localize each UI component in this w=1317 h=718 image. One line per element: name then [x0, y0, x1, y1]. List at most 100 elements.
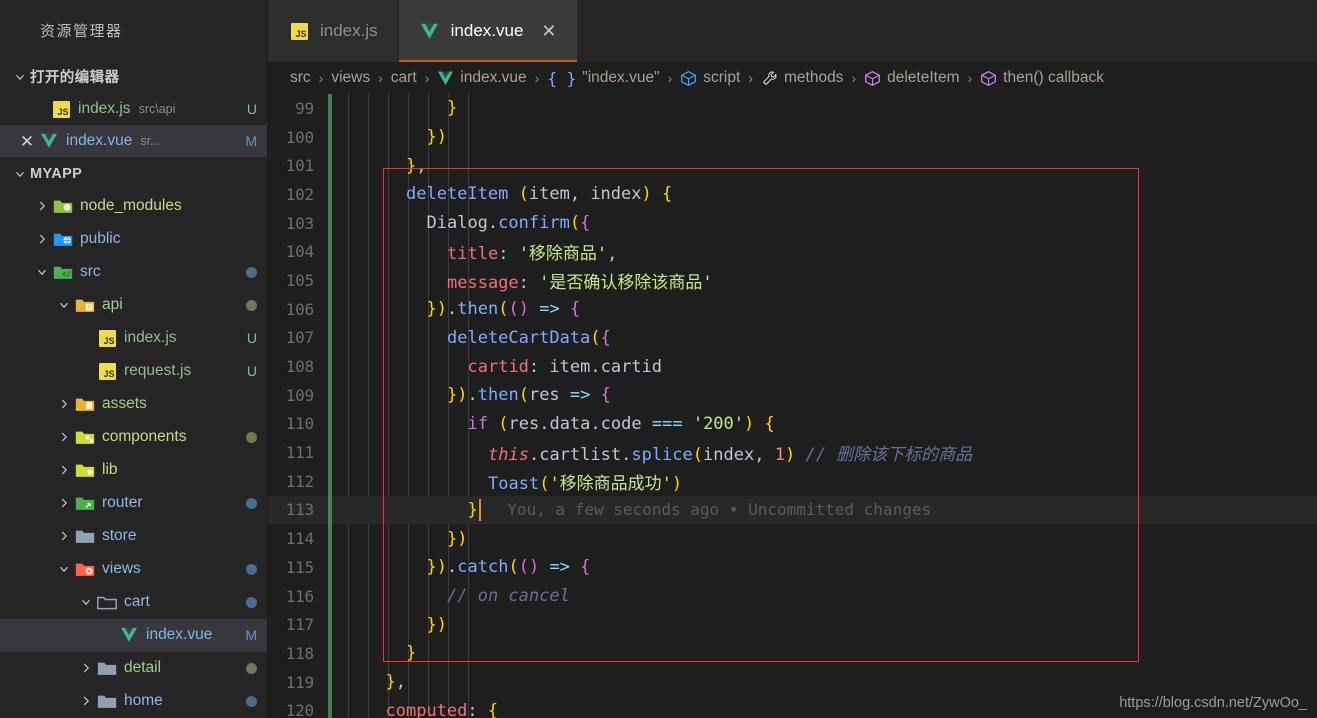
- chevron-right-icon[interactable]: [54, 427, 74, 447]
- chevron-right-icon[interactable]: [54, 394, 74, 414]
- breadcrumb-item-indexvue[interactable]: index.vue: [437, 69, 527, 87]
- tree-item-status-dot: [246, 596, 257, 608]
- code-editor[interactable]: 99 } 100 }) 101 }, 102 deleteItem (item, in…: [268, 94, 1317, 718]
- project-header[interactable]: MYAPP: [0, 157, 267, 190]
- tree-item-label: router: [102, 494, 143, 512]
- code-text: }).then(res => {: [447, 385, 611, 406]
- code-line-107[interactable]: 107 deleteCartData({: [268, 323, 1317, 353]
- breadcrumb-item-deleteitem[interactable]: deleteItem: [864, 69, 960, 87]
- line-number: 113: [285, 500, 315, 520]
- open-editor-index-vue[interactable]: ✕ index.vue sr... M: [0, 125, 267, 158]
- chevron-right-icon[interactable]: [54, 460, 74, 480]
- tree-item-public[interactable]: public: [0, 223, 267, 256]
- chevron-down-icon[interactable]: [32, 262, 52, 282]
- tree-item-index-vue[interactable]: index.vue M: [0, 618, 267, 652]
- tree-item-label: index.js: [124, 329, 177, 347]
- open-editors-header[interactable]: 打开的编辑器: [0, 60, 267, 93]
- breadcrumb-item-thencallback[interactable]: then() callback: [980, 69, 1104, 87]
- code-line-103[interactable]: 103 Dialog.confirm({: [268, 208, 1317, 238]
- wrench-icon: [761, 70, 778, 87]
- code-line-110[interactable]: 110 if (res.data.code === '200') {: [268, 409, 1317, 439]
- tree-item-api[interactable]: api: [0, 289, 267, 322]
- tree-item-router[interactable]: router: [0, 487, 267, 520]
- tree-item-status-dot: [246, 563, 257, 575]
- explorer-title: 资源管理器: [40, 22, 123, 40]
- code-text: }: [467, 499, 478, 520]
- code-line-118[interactable]: 118 }: [268, 639, 1317, 668]
- code-line-113[interactable]: 113 } You, a few seconds ago • Uncommitte…: [268, 495, 1317, 525]
- breadcrumb-item-script[interactable]: script: [680, 69, 740, 87]
- folder-views-icon: [74, 558, 96, 580]
- code-line-117[interactable]: 117 }): [268, 610, 1317, 640]
- breadcrumb-item-views[interactable]: views: [331, 69, 370, 87]
- breadcrumb-item-methods[interactable]: methods: [761, 69, 843, 87]
- line-number: 118: [285, 643, 315, 663]
- chevron-right-icon[interactable]: [76, 691, 96, 711]
- code-line-102[interactable]: 102 deleteItem (item, index) {: [268, 180, 1317, 209]
- chevron-right-icon[interactable]: [32, 196, 52, 216]
- code-line-99[interactable]: 99 }: [268, 94, 1317, 123]
- code-line-101[interactable]: 101 },: [268, 151, 1317, 181]
- chevron-down-icon[interactable]: [54, 559, 74, 579]
- tree-item-label: index.vue: [146, 626, 213, 644]
- code-text: if (res.data.code === '200') {: [467, 413, 775, 434]
- code-line-108[interactable]: 108 cartid: item.cartid: [268, 352, 1317, 381]
- cube-purple-icon: [864, 70, 881, 87]
- close-icon[interactable]: ✕: [541, 22, 556, 40]
- tree-item-index-js[interactable]: JS index.js U: [0, 322, 267, 355]
- breadcrumb-separator: ›: [534, 70, 540, 86]
- tree-item-home[interactable]: home: [0, 685, 267, 718]
- open-editor-index-js[interactable]: JS index.js src\api U: [0, 93, 267, 125]
- breadcrumb-label: script: [703, 69, 741, 86]
- code-line-116[interactable]: 116 // on cancel: [268, 581, 1317, 611]
- tree-item-lib[interactable]: lib: [0, 454, 267, 487]
- code-line-111[interactable]: 111 this.cartlist.splice(index, 1) // 删除…: [268, 438, 1317, 467]
- breadcrumb-separator: ›: [967, 70, 973, 86]
- close-icon[interactable]: ✕: [16, 133, 38, 150]
- folder-open-icon: [96, 591, 118, 613]
- tree-item-request-js[interactable]: JS request.js U: [0, 355, 267, 388]
- code-line-115[interactable]: 115 }).catch(() => {: [268, 553, 1317, 582]
- tree-item-views[interactable]: views: [0, 553, 267, 586]
- tree-item-components[interactable]: components: [0, 421, 267, 454]
- code-text: }: [406, 643, 417, 664]
- code-line-112[interactable]: 112 Toast('移除商品成功'): [268, 466, 1317, 496]
- code-line-100[interactable]: 100 }): [268, 122, 1317, 152]
- code-text: Toast('移除商品成功'): [488, 473, 683, 494]
- chevron-right-icon[interactable]: [32, 229, 52, 249]
- git-change-indicator: [328, 524, 332, 553]
- open-editor-path: sr...: [140, 134, 161, 149]
- tab-index-js[interactable]: JS index.js: [268, 0, 399, 62]
- chevron-right-icon[interactable]: [54, 526, 74, 546]
- tree-item-store[interactable]: store: [0, 520, 267, 553]
- git-change-indicator: [328, 466, 332, 496]
- breadcrumb-item-src[interactable]: src: [290, 69, 311, 87]
- vue-file-icon: [437, 71, 454, 86]
- code-line-114[interactable]: 114 }): [268, 524, 1317, 553]
- tree-item-assets[interactable]: assets: [0, 388, 267, 421]
- code-line-105[interactable]: 105 message: '是否确认移除该商品': [268, 266, 1317, 295]
- tree-item-src[interactable]: </> src: [0, 256, 267, 289]
- chevron-right-icon[interactable]: [54, 493, 74, 513]
- code-line-119[interactable]: 119 },: [268, 667, 1317, 697]
- chevron-down-icon[interactable]: [54, 295, 74, 315]
- project-label: MYAPP: [30, 165, 83, 182]
- tree-item-detail[interactable]: detail: [0, 652, 267, 685]
- tree-item-status-dot: [246, 299, 257, 311]
- tree-item-node-modules[interactable]: node_modules: [0, 190, 267, 223]
- code-line-106[interactable]: 106 }).then(() => {: [268, 294, 1317, 324]
- git-change-indicator: [328, 553, 332, 582]
- breadcrumb-item-indexvue[interactable]: { } "index.vue": [547, 69, 659, 88]
- tree-item-status-dot: [246, 695, 257, 707]
- chevron-right-icon[interactable]: [76, 658, 96, 678]
- code-line-104[interactable]: 104 title: '移除商品',: [268, 237, 1317, 267]
- code-text: }).catch(() => {: [426, 557, 591, 578]
- code-line-109[interactable]: 109 }).then(res => {: [268, 380, 1317, 410]
- tab-index-vue[interactable]: index.vue ✕: [398, 0, 578, 62]
- tree-item-cart[interactable]: cart: [0, 586, 267, 619]
- line-number: 115: [285, 557, 315, 577]
- line-number: 114: [285, 529, 315, 549]
- breadcrumb-item-cart[interactable]: cart: [391, 69, 417, 87]
- git-change-indicator: [328, 380, 332, 410]
- chevron-down-icon[interactable]: [76, 592, 96, 612]
